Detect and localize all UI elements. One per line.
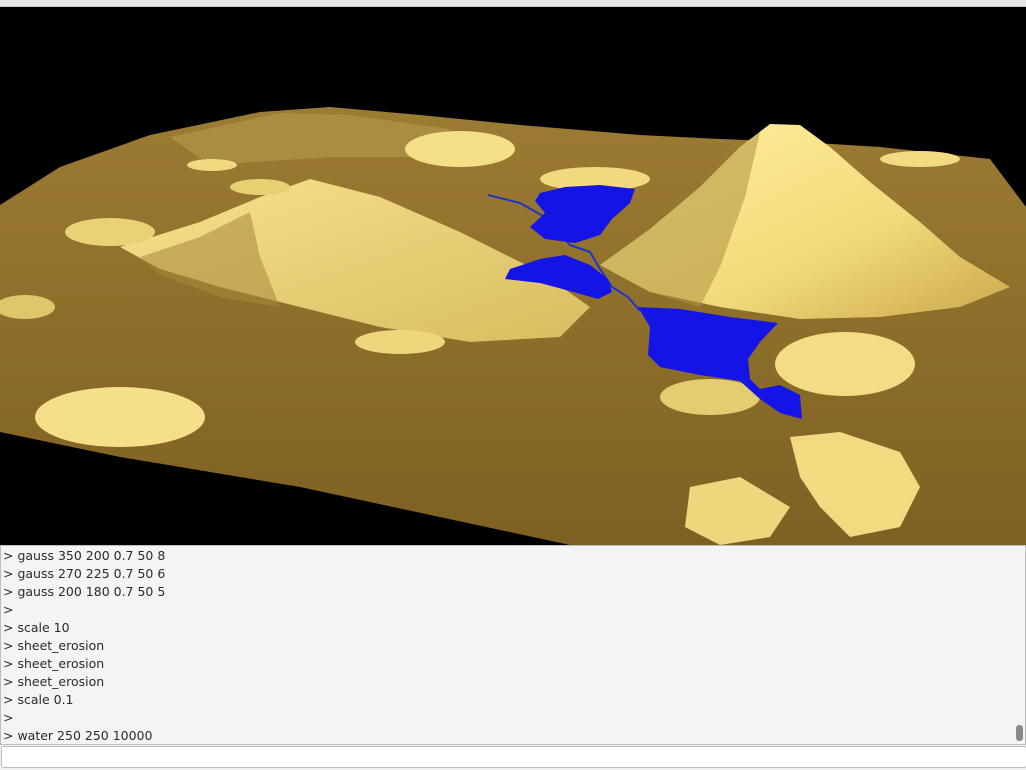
console-scrollbar-thumb[interactable]	[1016, 725, 1023, 741]
command-bar	[0, 745, 1026, 770]
console-line: > gauss 200 180 0.7 50 5	[3, 584, 166, 599]
terrain-plateau-8	[65, 218, 155, 246]
console-line: >	[3, 602, 14, 617]
console-line: > scale 10	[3, 620, 70, 635]
terrain-plateau-6	[187, 159, 237, 171]
console-line: >	[3, 710, 14, 725]
console-output: > gauss 350 200 0.7 50 8 > gauss 270 225…	[0, 545, 1026, 745]
console-lines: > gauss 350 200 0.7 50 8 > gauss 270 225…	[3, 547, 1011, 744]
terrain-plateau-13	[355, 330, 445, 354]
terrain-3d-viewport[interactable]	[0, 7, 1026, 545]
console-line: > gauss 350 200 0.7 50 8	[3, 548, 166, 563]
console-line: > sheet_erosion	[3, 656, 105, 671]
console-line: > sheet_erosion	[3, 638, 105, 653]
console-line: > gauss 270 225 0.7 50 6	[3, 566, 166, 581]
terrain-plateau-5	[880, 151, 960, 167]
console-scrollbar[interactable]	[1014, 547, 1024, 743]
terrain-plateau-3	[35, 387, 205, 447]
window-top-bar	[0, 0, 1026, 7]
terrain-plateau-4	[775, 332, 915, 396]
console-line: > scale 0.1	[3, 692, 74, 707]
console-line: > sheet_erosion	[3, 674, 105, 689]
console-line: > water 250 250 10000	[3, 728, 153, 743]
terrain-render	[0, 107, 1026, 545]
command-input[interactable]	[1, 746, 1026, 768]
terrain-plateau-7	[230, 179, 290, 195]
terrain-plateau-1	[405, 131, 515, 167]
